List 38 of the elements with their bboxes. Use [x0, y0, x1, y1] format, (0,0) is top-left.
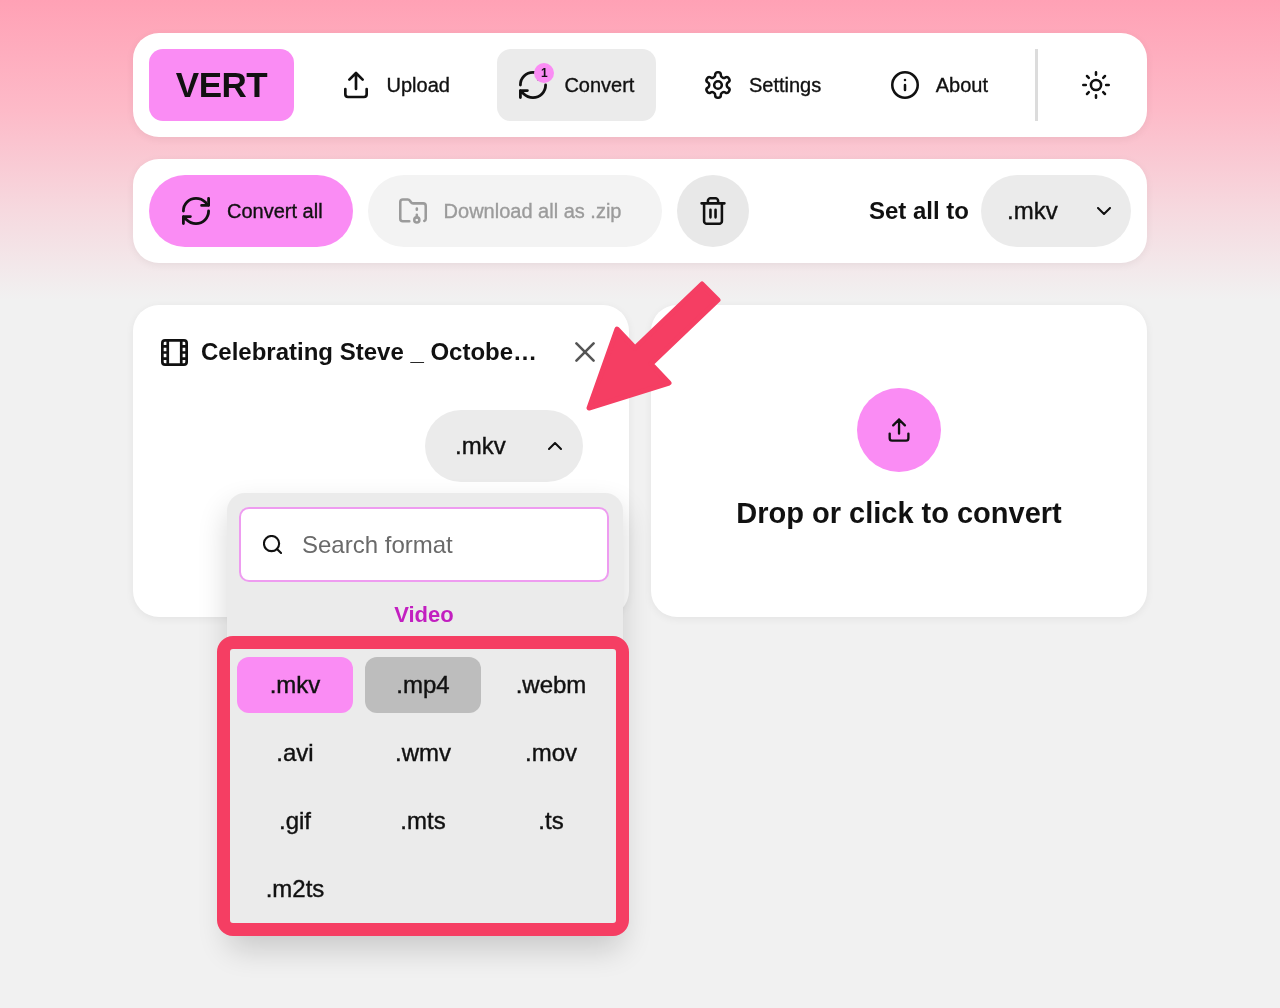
gear-icon: [703, 71, 732, 99]
logo[interactable]: VERT: [149, 49, 294, 121]
refresh-icon: [182, 197, 210, 225]
set-all-label: Set all to: [868, 197, 969, 225]
film-icon: [161, 338, 188, 366]
upload-icon: [857, 388, 941, 472]
format-option[interactable]: .mov: [493, 725, 609, 781]
format-option[interactable]: .gif: [237, 793, 353, 849]
folder-icon: [398, 197, 427, 225]
drop-label: Drop or click to convert: [736, 496, 1062, 530]
count-badge: 1: [534, 63, 555, 83]
chevron-up-icon: [548, 442, 562, 450]
file-name: Celebrating Steve _ Octobe…: [201, 338, 539, 366]
format-option[interactable]: .wmv: [365, 725, 481, 781]
format-option[interactable]: .mkv: [237, 657, 353, 713]
format-option[interactable]: .webm: [493, 657, 609, 713]
format-option[interactable]: .mts: [365, 793, 481, 849]
close-icon[interactable]: [575, 342, 595, 362]
upload-icon: [341, 71, 370, 99]
search-icon: [263, 535, 282, 554]
format-option[interactable]: .mp4: [365, 657, 481, 713]
nav-tab[interactable]: Settings: [681, 49, 844, 121]
format-dropdown[interactable]: .mkv: [425, 410, 583, 482]
nav-tab[interactable]: 1 Convert: [497, 49, 657, 121]
convert-all-button[interactable]: Convert all: [149, 175, 353, 247]
format-option[interactable]: .m2ts: [237, 861, 353, 917]
nav-tab[interactable]: Upload: [319, 49, 472, 121]
trash-icon: [698, 197, 727, 225]
format-dropdown[interactable]: .mkv: [981, 175, 1131, 247]
category-label: Video: [394, 602, 454, 628]
format-option[interactable]: .ts: [493, 793, 609, 849]
drop-zone[interactable]: Drop or click to convert: [651, 305, 1147, 617]
sun-icon[interactable]: [1081, 71, 1110, 99]
format-option[interactable]: .avi: [237, 725, 353, 781]
chevron-down-icon: [1097, 207, 1111, 215]
search-field[interactable]: Search format: [239, 507, 609, 582]
nav-tab[interactable]: About: [868, 49, 1010, 121]
info-icon: [890, 71, 919, 99]
